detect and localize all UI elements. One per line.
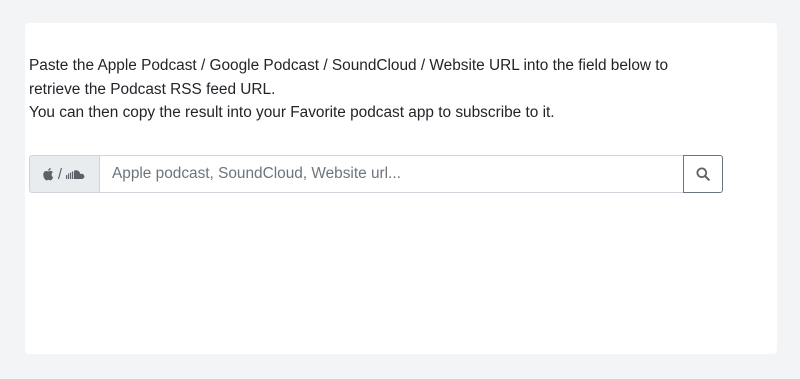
source-prefix: /	[29, 155, 99, 193]
search-button[interactable]	[683, 155, 723, 193]
prefix-separator: /	[57, 165, 63, 183]
apple-icon	[43, 168, 54, 181]
podcast-url-input[interactable]	[99, 155, 683, 193]
podcast-url-search: /	[29, 155, 723, 193]
soundcloud-icon	[66, 169, 85, 179]
instructions-line-2: You can then copy the result into your F…	[29, 104, 555, 121]
instructions-line-1: Paste the Apple Podcast / Google Podcast…	[29, 57, 669, 98]
search-icon	[696, 167, 710, 181]
instructions: Paste the Apple Podcast / Google Podcast…	[29, 54, 719, 125]
